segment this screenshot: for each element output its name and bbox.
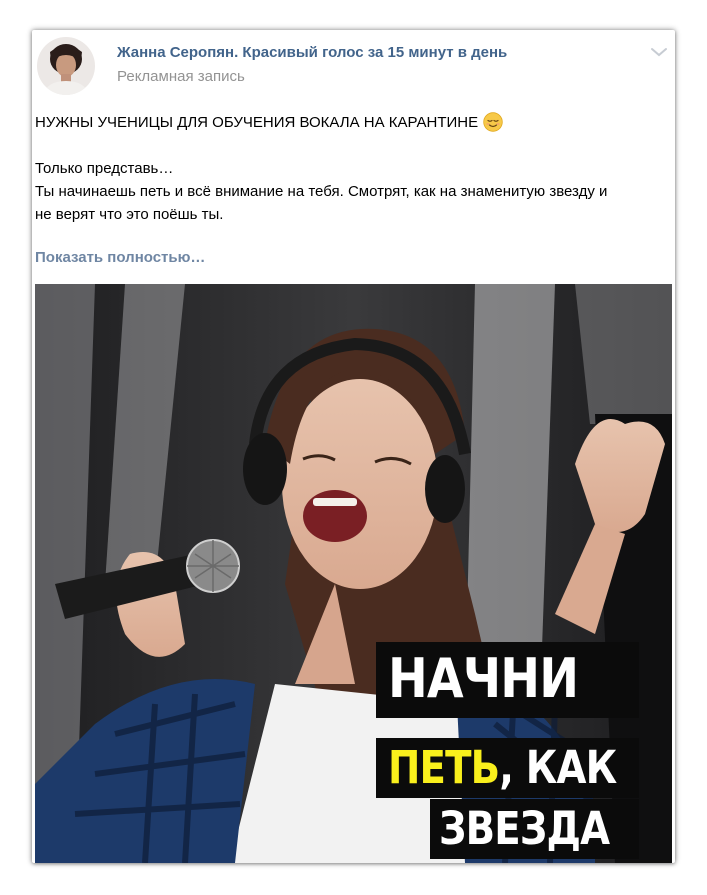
ad-post-card: Жанна Серопян. Красивый голос за 15 мину… — [32, 30, 675, 863]
chevron-down-icon[interactable] — [648, 44, 670, 60]
ad-image[interactable]: НАЧНИ ПЕТЬ, КАК ЗВЕЗДА — [35, 284, 672, 863]
ad-label: Рекламная запись — [117, 68, 245, 85]
show-more-link[interactable]: Показать полностью… — [35, 249, 205, 266]
body-line-1: Только представь… — [35, 160, 174, 177]
banner-line-3-text: ЗВЕЗДА — [439, 802, 610, 855]
headline-text: НУЖНЫ УЧЕНИЦЫ ДЛЯ ОБУЧЕНИЯ ВОКАЛА НА КАР… — [35, 113, 479, 131]
relieved-face-emoji-icon — [483, 112, 503, 132]
banner-line-1: НАЧНИ — [376, 642, 639, 718]
author-name-link[interactable]: Жанна Серопян. Красивый голос за 15 мину… — [117, 44, 507, 61]
banner-line-2-text: , КАК — [499, 741, 617, 794]
body-line-2: Ты начинаешь петь и всё внимание на тебя… — [35, 183, 608, 200]
banner-highlight-text: ПЕТЬ — [388, 741, 500, 794]
post-headline: НУЖНЫ УЧЕНИЦЫ ДЛЯ ОБУЧЕНИЯ ВОКАЛА НА КАР… — [35, 110, 671, 134]
ad-text-overlay: НАЧНИ ПЕТЬ, КАК ЗВЕЗДА — [35, 284, 672, 863]
banner-line-2: ПЕТЬ, КАК — [376, 738, 639, 798]
body-line-3: не верят что это поёшь ты. — [35, 206, 224, 223]
author-avatar[interactable] — [37, 37, 95, 95]
post-text: НУЖНЫ УЧЕНИЦЫ ДЛЯ ОБУЧЕНИЯ ВОКАЛА НА КАР… — [35, 110, 671, 226]
banner-line-1-text: НАЧНИ — [388, 647, 579, 710]
banner-line-3: ЗВЕЗДА — [430, 799, 639, 859]
